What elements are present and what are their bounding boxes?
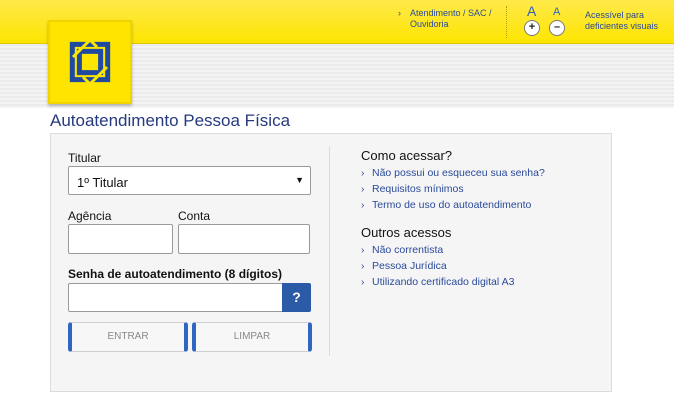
how-to-access-heading: Como acessar? xyxy=(361,148,453,163)
panel-divider xyxy=(329,146,330,356)
chevron-right-icon: › xyxy=(361,184,365,195)
link-label: Utilizando certificado digital A3 xyxy=(372,276,515,288)
senha-label: Senha de autoatendimento (8 dígitos) xyxy=(68,267,283,281)
link-label: Não correntista xyxy=(372,244,444,256)
sac-ouvidoria-label: Atendimento / SAC / Ouvidoria xyxy=(410,8,492,29)
banco-do-brasil-logo-icon[interactable] xyxy=(48,20,132,104)
logo-mark-icon xyxy=(69,37,111,87)
link-requirements[interactable]: › Requisitos mínimos xyxy=(361,183,464,195)
chevron-right-icon: › xyxy=(361,245,365,256)
increase-font-button[interactable]: + xyxy=(524,20,540,36)
titular-value: 1º Titular xyxy=(77,175,128,190)
clear-button[interactable]: LIMPAR xyxy=(192,322,312,352)
link-label: Termo de uso do autoatendimento xyxy=(372,199,532,211)
chevron-right-icon: › xyxy=(361,261,365,272)
link-label: Requisitos mínimos xyxy=(372,183,464,195)
titular-label: Titular xyxy=(68,151,101,165)
chevron-right-icon: › xyxy=(361,168,365,179)
chevron-right-icon: › xyxy=(398,8,401,18)
agencia-input[interactable] xyxy=(68,224,173,254)
chevron-right-icon: › xyxy=(361,277,365,288)
link-label: Pessoa Jurídica xyxy=(372,260,447,272)
page-title: Autoatendimento Pessoa Física xyxy=(50,111,291,130)
conta-label: Conta xyxy=(178,209,211,223)
agencia-label: Agência xyxy=(68,209,112,223)
font-size-large-icon: A xyxy=(527,3,537,19)
other-access-heading: Outros acessos xyxy=(361,225,452,240)
conta-input[interactable] xyxy=(178,224,310,254)
link-terms-of-use[interactable]: › Termo de uso do autoatendimento xyxy=(361,199,531,211)
senha-input[interactable] xyxy=(68,283,284,312)
link-non-customer[interactable]: › Não correntista xyxy=(361,244,443,256)
header-separator xyxy=(506,6,507,38)
help-button[interactable]: ? xyxy=(282,283,311,312)
enter-button[interactable]: ENTRAR xyxy=(68,322,188,352)
font-size-small-icon: A xyxy=(553,6,561,18)
caret-down-icon: ▼ xyxy=(295,175,304,185)
sac-ouvidoria-link[interactable]: › Atendimento / SAC / Ouvidoria xyxy=(398,8,500,30)
link-forgot-password[interactable]: › Não possui ou esqueceu sua senha? xyxy=(361,167,545,179)
accessibility-link[interactable]: Acessível para deficientes visuais xyxy=(585,10,671,32)
decrease-font-button[interactable]: – xyxy=(549,20,565,36)
titular-select[interactable]: 1º Titular ▼ xyxy=(68,166,311,195)
link-label: Não possui ou esqueceu sua senha? xyxy=(372,167,545,179)
link-legal-entity[interactable]: › Pessoa Jurídica xyxy=(361,260,447,272)
link-digital-certificate[interactable]: › Utilizando certificado digital A3 xyxy=(361,276,514,288)
chevron-right-icon: › xyxy=(361,200,365,211)
